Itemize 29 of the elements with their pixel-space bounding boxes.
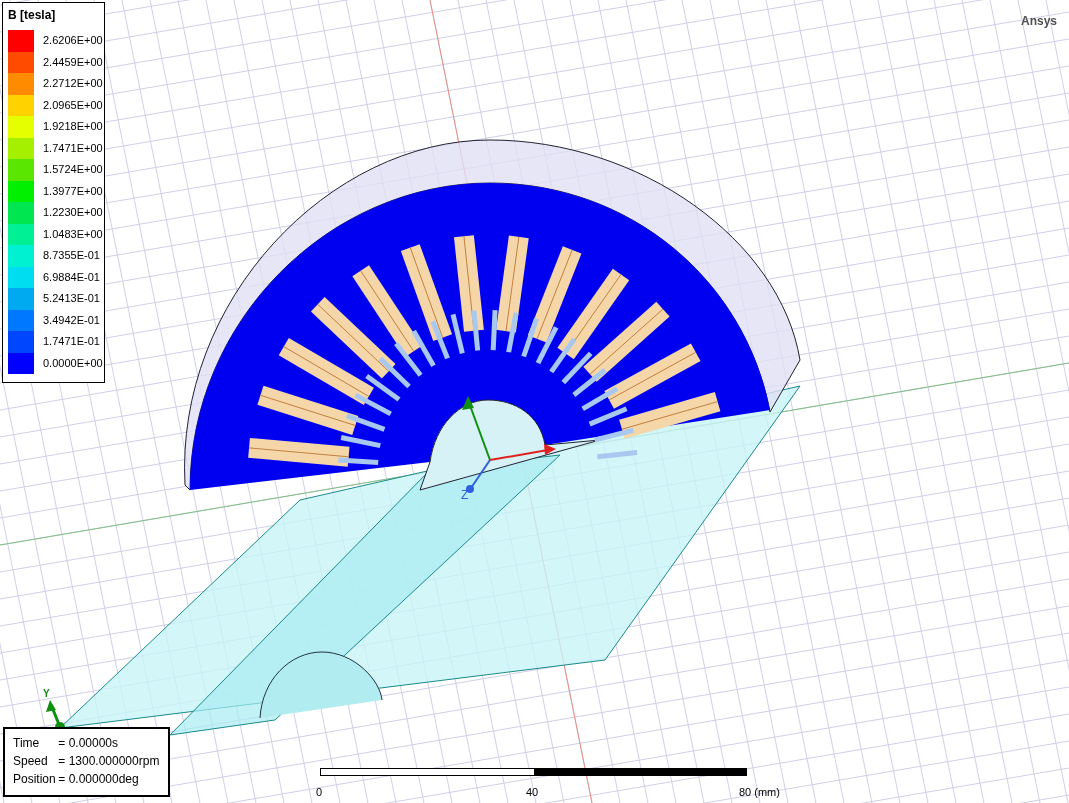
legend-value: 1.9218E+00: [43, 120, 103, 133]
legend-value: 0.0000E+00: [43, 356, 103, 370]
legend-value: 1.7471E-01: [43, 335, 100, 348]
legend-value: 2.6206E+00: [43, 34, 103, 47]
legend-value: 5.2413E-01: [43, 292, 100, 305]
legend-value: 1.7471E+00: [43, 141, 103, 155]
legend-value: 2.0965E+00: [43, 98, 103, 112]
scale-label: 80 (mm): [739, 785, 780, 799]
info-label: Position: [13, 772, 57, 787]
legend-value: 2.4459E+00: [43, 55, 103, 69]
legend-value: 2.2712E+00: [43, 77, 103, 90]
legend-value: 1.3977E+00: [43, 184, 103, 198]
scale-label: 40: [526, 785, 539, 799]
legend-title: B [tesla]: [8, 7, 57, 23]
info-value: = 0.00000s: [58, 736, 119, 751]
legend-value: 1.0483E+00: [43, 227, 103, 241]
legend-value: 6.9884E-01: [43, 270, 100, 284]
scale-label: 0: [316, 785, 323, 799]
brand-label: Ansys: [1020, 13, 1057, 30]
legend-value: 3.4942E-01: [43, 313, 100, 327]
info-label: Time: [13, 736, 41, 751]
info-label: Speed: [13, 754, 49, 769]
info-value: = 1300.000000rpm: [58, 754, 160, 769]
legend-value: 8.7355E-01: [43, 249, 100, 262]
info-value: = 0.000000deg: [58, 772, 140, 787]
legend-value: 1.5724E+00: [43, 163, 103, 176]
axis-label: Z: [461, 489, 469, 501]
axis-label: Y: [43, 689, 50, 699]
legend-value: 1.2230E+00: [43, 206, 103, 219]
